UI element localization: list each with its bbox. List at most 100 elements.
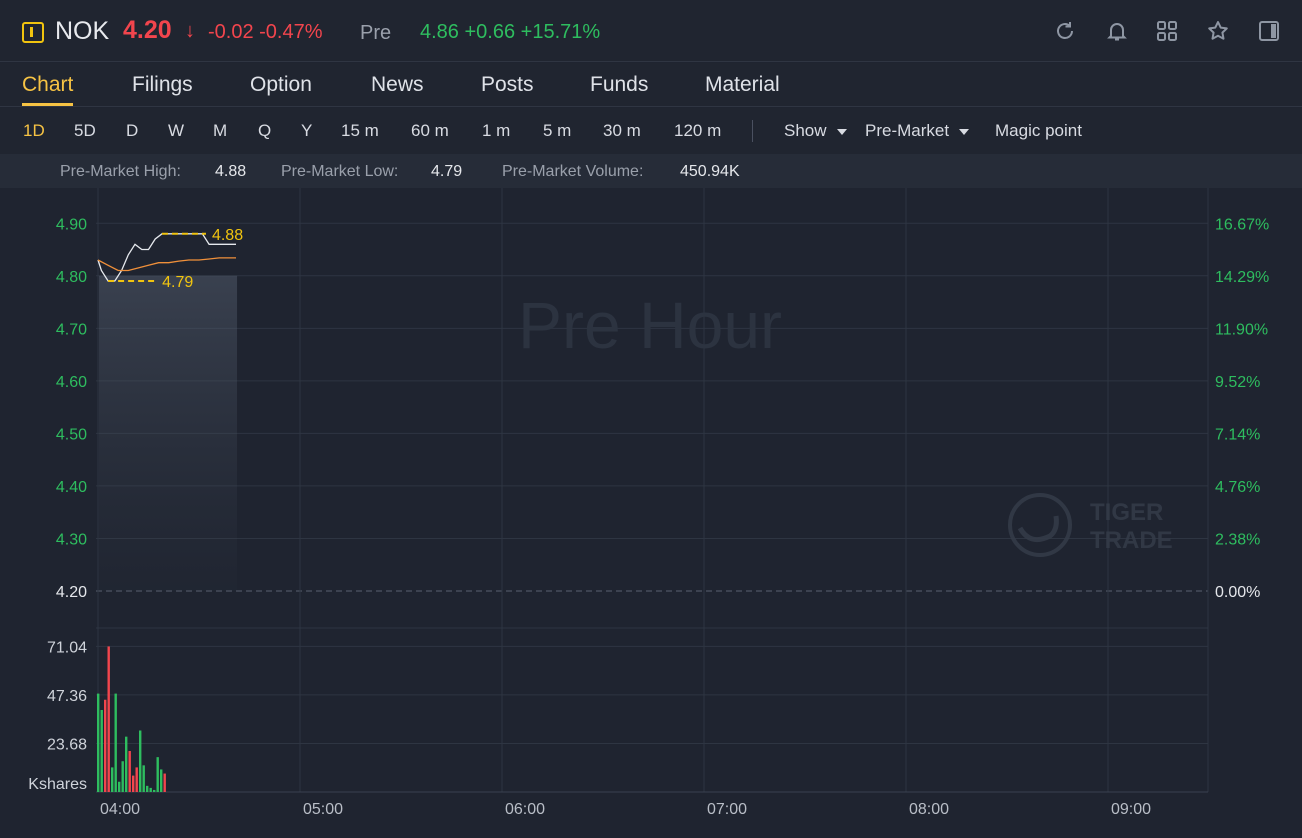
volume-value: 450.94K	[680, 163, 740, 180]
period-15m[interactable]: 15 m	[341, 121, 379, 141]
down-arrow-icon: ↓	[185, 20, 195, 42]
y-tick-label: 4.20	[56, 584, 87, 601]
pre-market-stats: Pre-Market High: 4.88 Pre-Market Low: 4.…	[0, 154, 1302, 188]
ticker-symbol: NOK	[55, 17, 110, 45]
volume-bar	[132, 775, 135, 792]
volume-axis: 71.04 47.36 23.68 Kshares	[28, 639, 87, 793]
active-tab-indicator	[22, 103, 73, 106]
x-tick-label: 04:00	[100, 801, 140, 818]
stock-tag-icon	[22, 22, 44, 43]
y-tick-label: 4.80	[56, 269, 87, 286]
tiger-trade-watermark: TIGER TRADE	[1008, 493, 1173, 557]
y-axis-right: 16.67% 14.29% 11.90% 9.52% 7.14% 4.76% 2.38% 0.…	[1215, 216, 1269, 601]
bell-icon[interactable]	[1105, 19, 1129, 43]
chart-toolbar: 1D 5D D W M Q Y 15 m 60 m 1 m 5 m 30 m 1…	[0, 108, 1302, 154]
x-tick-label: 06:00	[505, 801, 545, 818]
volume-bar	[97, 693, 100, 792]
period-w[interactable]: W	[168, 121, 184, 141]
volume-bar	[107, 646, 110, 792]
tab-posts[interactable]: Posts	[481, 73, 534, 97]
pre-market-shade	[99, 275, 238, 591]
panel-icon[interactable]	[1257, 19, 1281, 43]
y-right-tick-label: 0.00%	[1215, 584, 1260, 601]
volume-bar	[139, 730, 142, 792]
low-marker-label: 4.79	[162, 274, 193, 291]
tab-news[interactable]: News	[371, 73, 424, 97]
period-120m[interactable]: 120 m	[674, 121, 721, 141]
y-right-tick-label: 16.67%	[1215, 216, 1269, 233]
caret-down-icon	[836, 128, 847, 135]
period-1m[interactable]: 1 m	[482, 121, 510, 141]
volume-tick-label: 47.36	[47, 688, 87, 705]
period-d[interactable]: D	[126, 121, 138, 141]
volume-tick-label: 71.04	[47, 639, 87, 656]
grid-icon[interactable]	[1155, 19, 1179, 43]
pre-market-quote: 4.86 +0.66 +15.71%	[420, 21, 601, 43]
x-tick-label: 05:00	[303, 801, 343, 818]
volume-bar	[135, 767, 138, 792]
x-tick-label: 07:00	[707, 801, 747, 818]
show-label: Show	[784, 121, 827, 140]
average-line	[97, 257, 236, 272]
last-price: 4.20	[123, 16, 172, 44]
volume-bar	[163, 773, 166, 792]
high-label: Pre-Market High:	[60, 163, 181, 180]
show-dropdown[interactable]: Show	[784, 121, 847, 141]
x-tick-label: 09:00	[1111, 801, 1151, 818]
period-60m[interactable]: 60 m	[411, 121, 449, 141]
caret-down-icon	[959, 128, 970, 135]
period-5m[interactable]: 5 m	[543, 121, 571, 141]
star-icon[interactable]	[1206, 19, 1230, 43]
low-label: Pre-Market Low:	[281, 163, 399, 180]
pre-hour-watermark: Pre Hour	[518, 288, 782, 362]
refresh-icon[interactable]	[1053, 19, 1077, 43]
trade-text: TRADE	[1090, 527, 1173, 554]
tab-filings[interactable]: Filings	[132, 73, 193, 97]
tab-chart[interactable]: Chart	[22, 73, 73, 97]
magic-point-button[interactable]: Magic point	[995, 121, 1082, 141]
y-tick-label: 4.60	[56, 374, 87, 391]
y-right-tick-label: 7.14%	[1215, 426, 1260, 443]
volume-bar	[128, 751, 131, 792]
y-tick-label: 4.30	[56, 531, 87, 548]
period-5d[interactable]: 5D	[74, 121, 96, 141]
period-30m[interactable]: 30 m	[603, 121, 641, 141]
period-m[interactable]: M	[213, 121, 227, 141]
volume-label: Pre-Market Volume:	[502, 163, 644, 180]
y-tick-label: 4.40	[56, 479, 87, 496]
y-tick-label: 4.50	[56, 426, 87, 443]
volume-bar	[118, 781, 121, 792]
period-y[interactable]: Y	[301, 121, 312, 141]
period-q[interactable]: Q	[258, 121, 271, 141]
x-axis: 04:00 05:00 06:00 07:00 08:00 09:00	[100, 801, 1151, 818]
tab-funds[interactable]: Funds	[590, 73, 648, 97]
y-right-tick-label: 2.38%	[1215, 531, 1260, 548]
tab-bar: Chart Filings Option News Posts Funds Ma…	[0, 63, 1302, 107]
quote-header: NOK 4.20 ↓ -0.02 -0.47% Pre 4.86 +0.66 +…	[0, 0, 1302, 62]
tab-material[interactable]: Material	[705, 73, 780, 97]
volume-bar	[146, 785, 149, 792]
tiger-text: TIGER	[1090, 499, 1163, 526]
price-chart[interactable]: Pre Hour TIGER TRADE 4.90 4.80 4.70 4.60 4.5…	[0, 188, 1302, 833]
volume-bar	[153, 789, 156, 792]
volume-bar	[114, 693, 117, 792]
tab-option[interactable]: Option	[250, 73, 312, 97]
toolbar-divider	[752, 120, 753, 142]
high-marker-label: 4.88	[212, 227, 243, 244]
volume-bar	[160, 769, 163, 792]
price-change: -0.02 -0.47%	[208, 21, 323, 43]
volume-bars	[97, 646, 166, 792]
volume-tick-label: 23.68	[47, 736, 87, 753]
volume-bar	[121, 761, 124, 792]
volume-bar	[156, 757, 159, 792]
chart-area[interactable]: Pre Hour TIGER TRADE 4.90 4.80 4.70 4.60 4.5…	[0, 188, 1302, 833]
session-dropdown[interactable]: Pre-Market	[865, 121, 970, 141]
y-right-tick-label: 14.29%	[1215, 269, 1269, 286]
volume-bar	[142, 765, 145, 792]
volume-bar	[100, 710, 103, 792]
y-right-tick-label: 11.90%	[1215, 321, 1268, 338]
pre-market-label: Pre	[360, 22, 392, 44]
volume-bar	[149, 787, 152, 792]
period-1d[interactable]: 1D	[23, 121, 45, 141]
y-right-tick-label: 4.76%	[1215, 479, 1260, 496]
